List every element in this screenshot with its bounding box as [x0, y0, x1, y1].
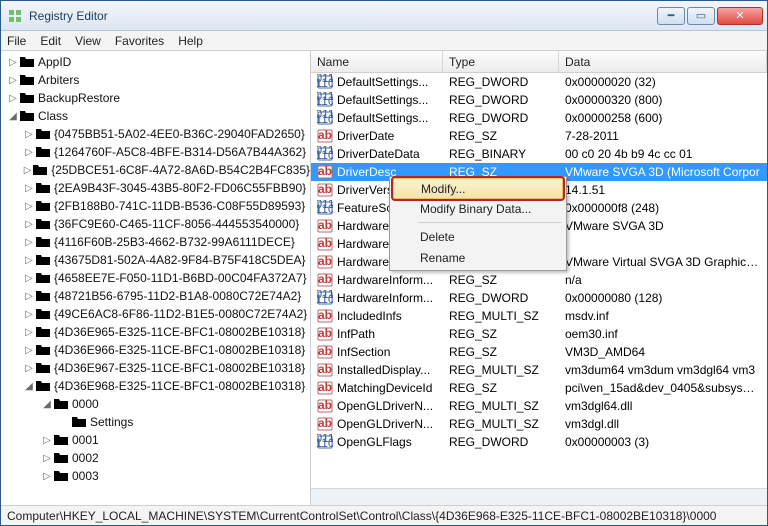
value-row[interactable]: DefaultSettings...REG_DWORD0x00000020 (3… — [311, 73, 767, 91]
tree-root-2[interactable]: ▷BackupRestore — [3, 89, 310, 107]
ctx-item-rename[interactable]: Rename — [392, 247, 564, 268]
value-row[interactable]: HardwareInform...REG_DWORD0x00000080 (12… — [311, 289, 767, 307]
tree-root-3[interactable]: ◢Class — [3, 107, 310, 125]
tree-key-1[interactable]: Settings — [3, 413, 310, 431]
value-row[interactable]: DriverDateDataREG_BINARY00 c0 20 4b b9 4… — [311, 145, 767, 163]
value-row[interactable]: InstalledDisplay...REG_MULTI_SZvm3dum64 … — [311, 361, 767, 379]
tree-class-child-6[interactable]: ▷{4116F60B-25B3-4662-B732-99A6111DECE} — [3, 233, 310, 251]
value-row[interactable]: OpenGLDriverN...REG_MULTI_SZvm3dgl.dll — [311, 415, 767, 433]
value-row[interactable]: MatchingDeviceIdREG_SZpci\ven_15ad&dev_0… — [311, 379, 767, 397]
close-button[interactable]: ✕ — [717, 7, 763, 25]
tree-key-4[interactable]: ▷0003 — [3, 467, 310, 485]
value-row[interactable]: HardwareInform...REG_SZn/a — [311, 271, 767, 289]
tree-key-3[interactable]: ▷0002 — [3, 449, 310, 467]
titlebar[interactable]: Registry Editor ━ ▭ ✕ — [1, 1, 767, 31]
tree-key-0[interactable]: ◢0000 — [3, 395, 310, 413]
tree-class-child-12[interactable]: ▷{4D36E966-E325-11CE-BFC1-08002BE10318} — [3, 341, 310, 359]
tree-root-0[interactable]: ▷AppID — [3, 53, 310, 71]
values-list[interactable]: DefaultSettings...REG_DWORD0x00000020 (3… — [311, 73, 767, 488]
col-name[interactable]: Name — [311, 51, 443, 72]
col-data[interactable]: Data — [559, 51, 767, 72]
tree-class-child-10[interactable]: ▷{49CE6AC8-6F86-11D2-B1E5-0080C72E74A2} — [3, 305, 310, 323]
tree-class-child-13[interactable]: ▷{4D36E967-E325-11CE-BFC1-08002BE10318} — [3, 359, 310, 377]
app-window: Registry Editor ━ ▭ ✕ File Edit View Fav… — [0, 0, 768, 526]
tree-class-child-11[interactable]: ▷{4D36E965-E325-11CE-BFC1-08002BE10318} — [3, 323, 310, 341]
value-row[interactable]: OpenGLFlagsREG_DWORD0x00000003 (3) — [311, 433, 767, 451]
value-row[interactable]: InfSectionREG_SZVM3D_AMD64 — [311, 343, 767, 361]
horizontal-scrollbar[interactable] — [311, 488, 767, 505]
tree-class-child-8[interactable]: ▷{4658EE7E-F050-11D1-B6BD-00C04FA372A7} — [3, 269, 310, 287]
tree-class-child-14[interactable]: ◢{4D36E968-E325-11CE-BFC1-08002BE10318} — [3, 377, 310, 395]
tree-class-child-3[interactable]: ▷{2EA9B43F-3045-43B5-80F2-FD06C55FBB90} — [3, 179, 310, 197]
column-headers[interactable]: Name Type Data — [311, 51, 767, 73]
statusbar: Computer\HKEY_LOCAL_MACHINE\SYSTEM\Curre… — [1, 505, 767, 525]
app-icon — [7, 8, 23, 24]
value-row[interactable]: OpenGLDriverN...REG_MULTI_SZvm3dgl64.dll — [311, 397, 767, 415]
context-menu[interactable]: Modify...Modify Binary Data... DeleteRena… — [389, 176, 567, 271]
value-row[interactable]: DefaultSettings...REG_DWORD0x00000320 (8… — [311, 91, 767, 109]
menu-help[interactable]: Help — [178, 34, 203, 48]
menubar: File Edit View Favorites Help — [1, 31, 767, 51]
menu-edit[interactable]: Edit — [40, 34, 61, 48]
registry-tree[interactable]: ▷AppID▷Arbiters▷BackupRestore◢Class▷{047… — [1, 51, 311, 505]
menu-file[interactable]: File — [7, 34, 26, 48]
window-title: Registry Editor — [29, 9, 655, 23]
col-type[interactable]: Type — [443, 51, 559, 72]
tree-class-child-7[interactable]: ▷{43675D81-502A-4A82-9F84-B75F418C5DEA} — [3, 251, 310, 269]
values-pane: Name Type Data DefaultSettings...REG_DWO… — [311, 51, 767, 505]
content-split: ▷AppID▷Arbiters▷BackupRestore◢Class▷{047… — [1, 51, 767, 505]
value-row[interactable]: InfPathREG_SZoem30.inf — [311, 325, 767, 343]
tree-class-child-9[interactable]: ▷{48721B56-6795-11D2-B1A8-0080C72E74A2} — [3, 287, 310, 305]
menu-favorites[interactable]: Favorites — [115, 34, 164, 48]
tree-class-child-1[interactable]: ▷{1264760F-A5C8-4BFE-B314-D56A7B44A362} — [3, 143, 310, 161]
tree-root-1[interactable]: ▷Arbiters — [3, 71, 310, 89]
minimize-button[interactable]: ━ — [657, 7, 685, 25]
value-row[interactable]: IncludedInfsREG_MULTI_SZmsdv.inf — [311, 307, 767, 325]
ctx-item-delete[interactable]: Delete — [392, 226, 564, 247]
tree-key-2[interactable]: ▷0001 — [3, 431, 310, 449]
menu-view[interactable]: View — [75, 34, 101, 48]
tree-class-child-4[interactable]: ▷{2FB188B0-741C-11DB-B536-C08F55D89593} — [3, 197, 310, 215]
tree-class-child-0[interactable]: ▷{0475BB51-5A02-4EE0-B36C-29040FAD2650} — [3, 125, 310, 143]
tree-class-child-2[interactable]: ▷{25DBCE51-6C8F-4A72-8A6D-B54C2B4FC835} — [3, 161, 310, 179]
tree-class-child-5[interactable]: ▷{36FC9E60-C465-11CF-8056-444553540000} — [3, 215, 310, 233]
value-row[interactable]: DefaultSettings...REG_DWORD0x00000258 (6… — [311, 109, 767, 127]
ctx-item-modify[interactable]: Modify... — [393, 178, 563, 199]
value-row[interactable]: DriverDateREG_SZ7-28-2011 — [311, 127, 767, 145]
maximize-button[interactable]: ▭ — [687, 7, 715, 25]
status-path: Computer\HKEY_LOCAL_MACHINE\SYSTEM\Curre… — [7, 509, 716, 523]
ctx-item-modify-binary-data[interactable]: Modify Binary Data... — [392, 198, 564, 219]
